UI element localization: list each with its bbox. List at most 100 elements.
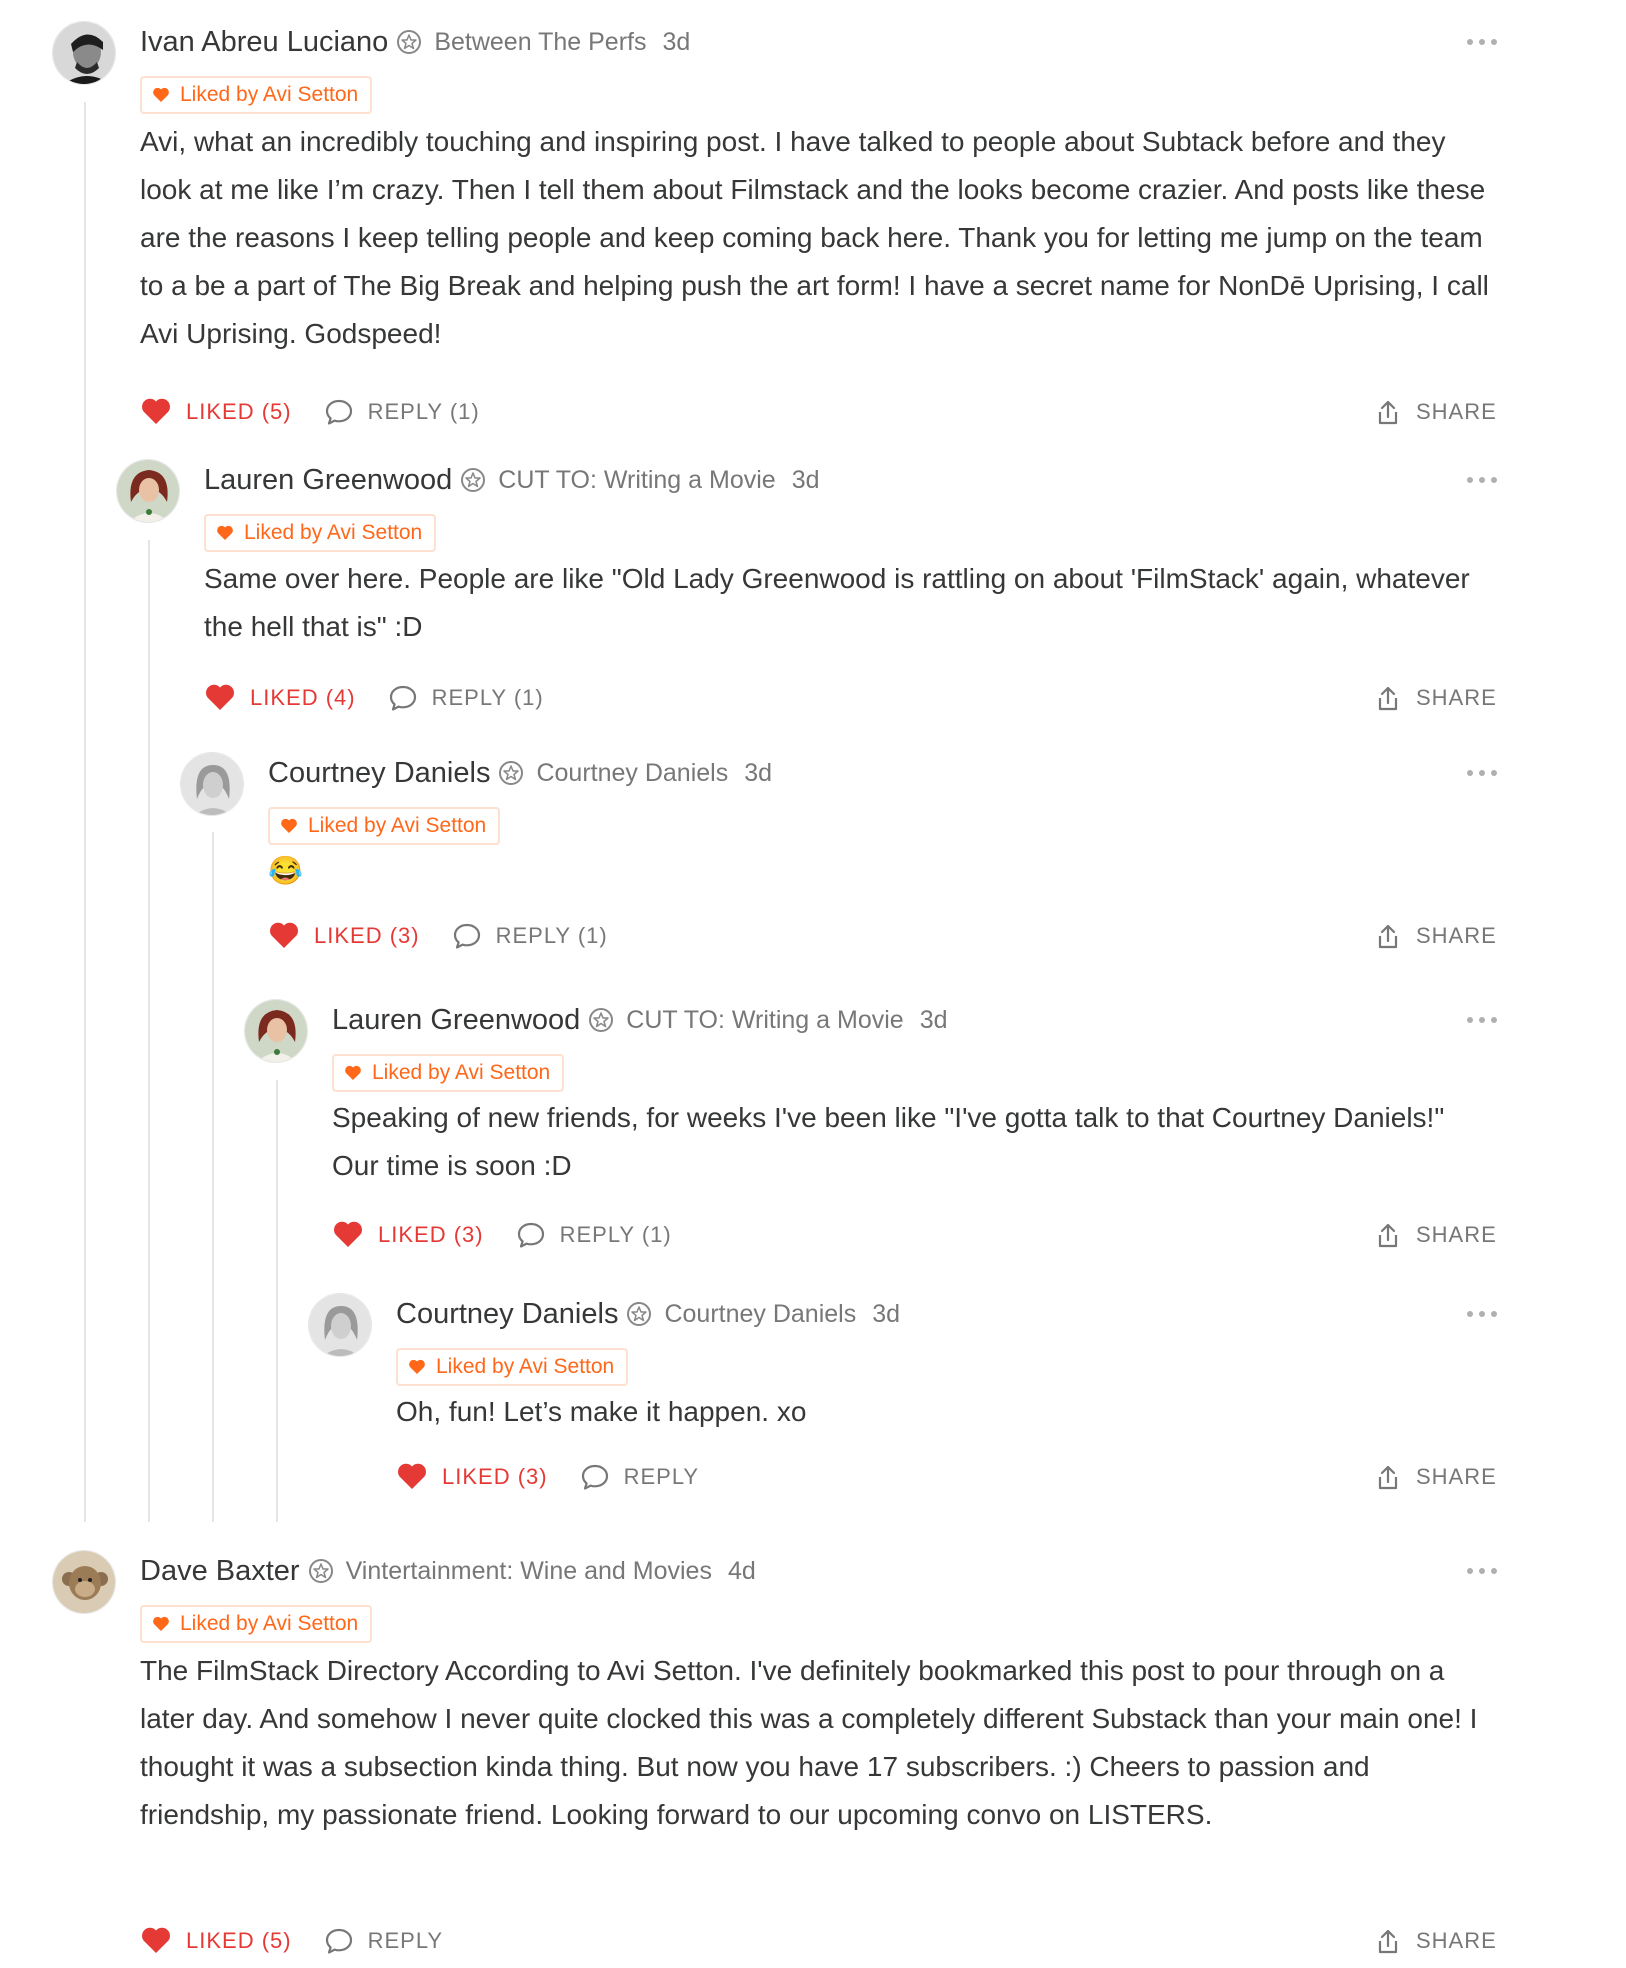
comment-body: Speaking of new friends, for weeks I've …: [332, 1102, 1445, 1181]
share-icon: [1378, 1929, 1398, 1954]
liked-by-label: Liked by Avi Setton: [308, 814, 487, 837]
share-button[interactable]: SHARE: [1374, 676, 1497, 720]
share-button[interactable]: SHARE: [1374, 390, 1497, 434]
author-name[interactable]: Lauren Greenwood: [332, 1004, 580, 1037]
comment-body: Same over here. People are like "Old Lad…: [204, 563, 1470, 642]
more-dots-icon: [1467, 477, 1497, 483]
comment-thread: Ivan Abreu Luciano Between The Perfs 3d Lik…: [0, 0, 1626, 1968]
liked-by-author-pill: Liked by Avi Setton: [268, 807, 501, 845]
share-icon: [1378, 924, 1398, 949]
liked-by-label: Liked by Avi Setton: [436, 1355, 615, 1378]
bestseller-badge-icon: [397, 30, 422, 54]
comment-header: Dave Baxter Vintertainment: Wine and Movi…: [140, 1547, 756, 1595]
author-name[interactable]: Ivan Abreu Luciano: [140, 26, 388, 59]
more-options-button[interactable]: [1462, 1000, 1502, 1040]
share-button[interactable]: SHARE: [1374, 1455, 1497, 1499]
more-options-button[interactable]: [1462, 460, 1502, 500]
bestseller-badge-icon: [589, 1008, 614, 1032]
liked-by-author-pill: Liked by Avi Setton: [332, 1054, 565, 1092]
like-button[interactable]: LIKED (3): [332, 1219, 484, 1251]
thread-line: [276, 1080, 278, 1522]
comment-bubble-icon: [325, 399, 352, 425]
heart-icon: [153, 87, 169, 102]
heart-icon: [345, 1065, 361, 1080]
comment-header: Courtney Daniels Courtney Daniels 3d: [268, 749, 772, 797]
thread-line: [84, 102, 86, 1522]
reply-button[interactable]: REPLY (1): [388, 683, 544, 713]
like-button[interactable]: LIKED (3): [268, 920, 420, 952]
heart-icon: [409, 1359, 425, 1374]
share-label: SHARE: [1416, 685, 1497, 710]
heart-icon: [153, 1616, 169, 1631]
avatar[interactable]: [52, 1550, 116, 1614]
comment-actions: LIKED (4) REPLY (1): [204, 676, 544, 720]
like-button[interactable]: LIKED (5): [140, 396, 292, 428]
liked-by-label: Liked by Avi Setton: [180, 1612, 359, 1635]
reply-button[interactable]: REPLY (1): [452, 921, 608, 951]
publication-name[interactable]: Courtney Daniels: [536, 759, 728, 788]
like-label: LIKED (3): [442, 1464, 548, 1489]
publication-name[interactable]: CUT TO: Writing a Movie: [626, 1006, 903, 1035]
share-button[interactable]: SHARE: [1374, 1919, 1497, 1963]
comment-bubble-icon: [453, 923, 480, 949]
comment-actions: LIKED (3) REPLY (1): [332, 1213, 672, 1257]
comment-age: 3d: [791, 465, 820, 494]
reply-label: REPLY: [367, 1928, 444, 1953]
share-icon: [1378, 686, 1398, 711]
share-icon: [1378, 1465, 1398, 1490]
share-label: SHARE: [1416, 1222, 1497, 1247]
like-button[interactable]: LIKED (3): [396, 1461, 548, 1493]
woman-grayscale-avatar: [309, 1294, 371, 1356]
like-button[interactable]: LIKED (4): [204, 682, 356, 714]
woman-grayscale-avatar: [181, 753, 243, 815]
share-button[interactable]: SHARE: [1374, 1213, 1497, 1257]
liked-by-author-pill: Liked by Avi Setton: [140, 1605, 373, 1643]
like-label: LIKED (5): [186, 399, 292, 424]
more-options-button[interactable]: [1462, 1551, 1502, 1591]
reply-button[interactable]: REPLY (1): [324, 397, 480, 427]
more-options-button[interactable]: [1462, 22, 1502, 62]
reply-button[interactable]: REPLY (1): [516, 1220, 672, 1250]
avatar[interactable]: [244, 999, 308, 1063]
comment-bubble-icon: [581, 1464, 608, 1490]
liked-by-label: Liked by Avi Setton: [244, 521, 423, 544]
avatar[interactable]: [52, 21, 116, 85]
comment-body: Avi, what an incredibly touching and ins…: [140, 126, 1489, 349]
like-button[interactable]: LIKED (5): [140, 1925, 292, 1957]
comment-header: Courtney Daniels Courtney Daniels 3d: [396, 1290, 900, 1338]
comment-age: 3d: [744, 758, 773, 787]
reply-label: REPLY (1): [559, 1222, 672, 1247]
publication-name[interactable]: Vintertainment: Wine and Movies: [346, 1557, 712, 1586]
share-label: SHARE: [1416, 1928, 1497, 1953]
publication-name[interactable]: CUT TO: Writing a Movie: [498, 466, 775, 495]
author-name[interactable]: Dave Baxter: [140, 1555, 300, 1588]
liked-by-label: Liked by Avi Setton: [372, 1061, 551, 1084]
more-dots-icon: [1467, 1017, 1497, 1023]
like-label: LIKED (5): [186, 1928, 292, 1953]
comment-bubble-icon: [517, 1222, 544, 1248]
avatar[interactable]: [180, 752, 244, 816]
reply-label: REPLY (1): [495, 923, 608, 948]
publication-name[interactable]: Courtney Daniels: [664, 1300, 856, 1329]
comment-bubble-icon: [325, 1928, 352, 1954]
thread-line: [148, 540, 150, 1522]
reply-button[interactable]: REPLY: [324, 1926, 444, 1956]
author-name[interactable]: Courtney Daniels: [396, 1298, 618, 1331]
reply-button[interactable]: REPLY: [580, 1462, 700, 1492]
more-options-button[interactable]: [1462, 753, 1502, 793]
share-button[interactable]: SHARE: [1374, 914, 1497, 958]
liked-by-author-pill: Liked by Avi Setton: [204, 514, 437, 552]
reply-label: REPLY (1): [431, 685, 544, 710]
author-name[interactable]: Lauren Greenwood: [204, 464, 452, 497]
monkey-avatar: [53, 1551, 115, 1613]
publication-name[interactable]: Between The Perfs: [434, 28, 646, 57]
avatar[interactable]: [308, 1293, 372, 1357]
author-name[interactable]: Courtney Daniels: [268, 757, 490, 790]
share-icon: [1378, 400, 1398, 425]
more-dots-icon: [1467, 1311, 1497, 1317]
reply-label: REPLY: [623, 1464, 700, 1489]
more-options-button[interactable]: [1462, 1294, 1502, 1334]
bestseller-badge-icon: [308, 1559, 333, 1583]
avatar[interactable]: [116, 459, 180, 523]
heart-icon: [281, 818, 297, 833]
